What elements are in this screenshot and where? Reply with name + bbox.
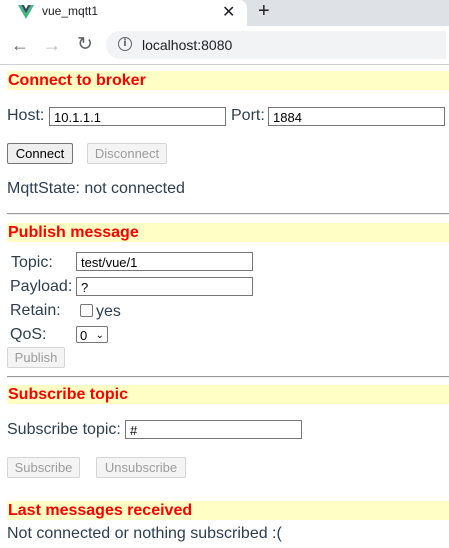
- host-input[interactable]: 10.1.1.1: [49, 107, 226, 126]
- qos-label: QoS:: [10, 326, 47, 343]
- publish-heading: Publish message: [7, 223, 449, 242]
- retain-yes-label: yes: [96, 303, 121, 320]
- unsubscribe-button[interactable]: Unsubscribe: [96, 457, 186, 478]
- mqtt-state-text: MqttState: not connected: [7, 180, 185, 197]
- qos-select[interactable]: 0 ⌄: [76, 326, 108, 343]
- browser-tab[interactable]: vue_mqtt1 ✕: [0, 0, 247, 26]
- subscribe-heading: Subscribe topic: [7, 385, 449, 404]
- chevron-down-icon: ⌄: [95, 330, 104, 341]
- reload-icon[interactable]: ↻: [74, 34, 96, 56]
- browser-tabstrip: vue_mqtt1 ✕ +: [0, 0, 449, 26]
- forward-arrow-icon[interactable]: →: [41, 34, 63, 56]
- publish-button[interactable]: Publish: [7, 347, 65, 368]
- back-arrow-icon[interactable]: ←: [9, 34, 31, 56]
- subscribe-button[interactable]: Subscribe: [7, 457, 80, 478]
- vue-logo-icon: [18, 5, 34, 19]
- publish-topic-label: Topic:: [11, 254, 53, 271]
- port-input[interactable]: 1884: [268, 107, 445, 126]
- host-label: Host:: [7, 107, 45, 124]
- qos-selected-value: 0: [80, 328, 88, 343]
- retain-label: Retain:: [10, 302, 61, 319]
- connect-heading: Connect to broker: [7, 71, 449, 90]
- info-icon[interactable]: i: [118, 37, 132, 51]
- publish-topic-input[interactable]: test/vue/1: [76, 252, 253, 271]
- messages-heading: Last messages received: [7, 501, 449, 520]
- payload-input[interactable]: ?: [76, 277, 253, 296]
- url-text: localhost:8080: [142, 37, 233, 53]
- close-tab-icon[interactable]: ✕: [222, 2, 235, 22]
- tab-title: vue_mqtt1: [42, 4, 99, 18]
- subscribe-topic-input[interactable]: #: [125, 420, 302, 439]
- divider: [7, 376, 449, 378]
- disconnect-button[interactable]: Disconnect: [87, 143, 167, 164]
- port-label: Port:: [231, 107, 265, 124]
- browser-toolbar: ← → ↻ i localhost:8080: [0, 26, 449, 65]
- subscribe-topic-label: Subscribe topic:: [7, 421, 121, 438]
- address-bar[interactable]: i localhost:8080: [106, 31, 446, 59]
- retain-checkbox[interactable]: [80, 304, 93, 317]
- messages-empty-text: Not connected or nothing subscribed :(: [7, 525, 282, 542]
- divider: [7, 213, 449, 215]
- payload-label: Payload:: [10, 278, 73, 295]
- new-tab-icon[interactable]: +: [258, 0, 270, 23]
- connect-button[interactable]: Connect: [7, 143, 73, 164]
